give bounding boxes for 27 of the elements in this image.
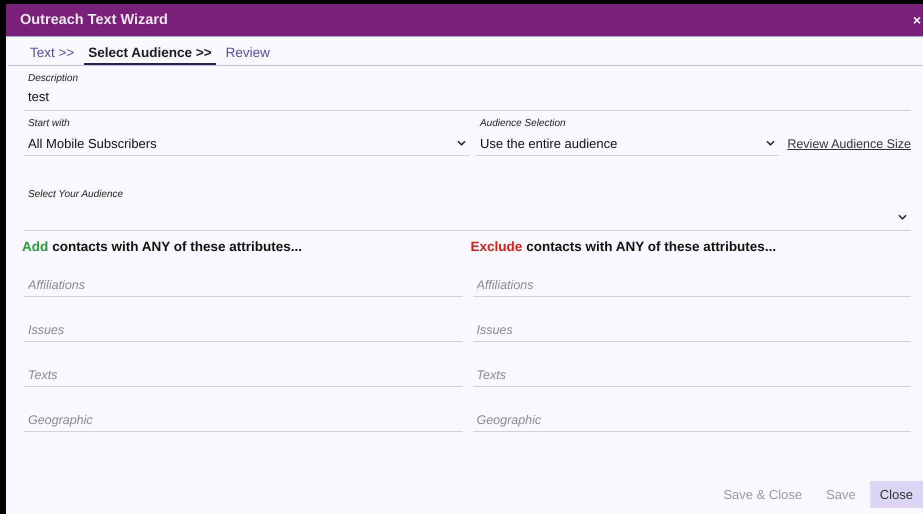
tab[interactable]: Text >>: [30, 45, 74, 65]
section-heading: contacts with ANY of these attributes...: [526, 239, 776, 254]
field-label: Audience Selection: [478, 117, 567, 131]
footer-button[interactable]: Close: [870, 481, 923, 508]
attribute-field[interactable]: Issues: [24, 297, 462, 342]
start-with-dropdown[interactable]: All Mobile Subscribers: [24, 131, 470, 156]
attribute-field[interactable]: Geographic: [472, 387, 911, 432]
heading-verb: Add: [22, 239, 48, 254]
attribute-field[interactable]: Geographic: [24, 387, 462, 432]
attribute-field[interactable]: Issues: [472, 297, 911, 342]
description-field[interactable]: test: [24, 86, 911, 111]
heading-verb: Exclude: [470, 239, 522, 254]
chevron-icon: [457, 140, 466, 146]
attribute-field[interactable]: Texts: [24, 342, 462, 387]
window-title: Outreach Text Wizard: [20, 12, 168, 28]
tab[interactable]: Select Audience >>: [84, 45, 216, 65]
section-heading: contacts with ANY of these attributes...: [52, 239, 302, 254]
review-audience-size-link[interactable]: Review Audience Size: [787, 136, 911, 150]
close-button[interactable]: ×: [912, 13, 923, 27]
field-label: Description: [27, 72, 80, 86]
chevron-icon: [766, 140, 776, 146]
attribute-field[interactable]: Texts: [472, 342, 911, 387]
tab[interactable]: Review: [226, 45, 270, 65]
field-label: Start with: [27, 117, 71, 131]
audience-selection-dropdown[interactable]: Use the entire audience: [476, 131, 780, 156]
chevron-icon: [898, 214, 907, 220]
field-label: Select Your Audience: [27, 188, 124, 202]
